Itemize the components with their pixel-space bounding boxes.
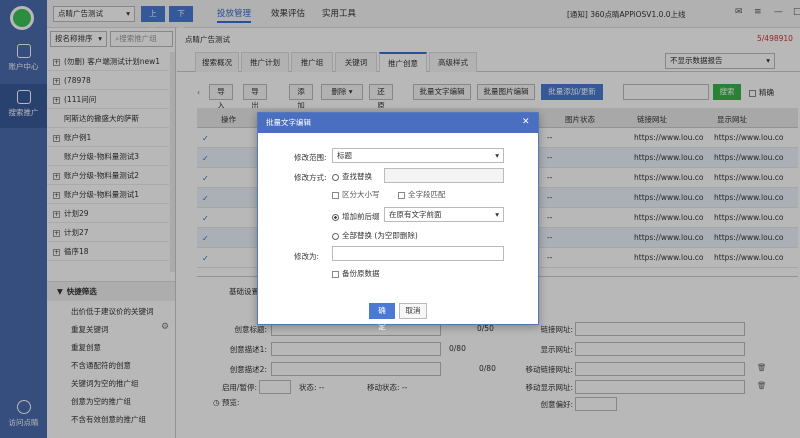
position-select[interactable]: 在原有文字前面 ▾ [384,207,504,222]
cancel-button[interactable]: 取消 [399,303,427,319]
mode-label: 修改方式: [294,173,327,182]
find-input[interactable] [384,168,504,183]
backup-checkbox[interactable]: 备份原数据 [332,268,380,279]
batch-text-dialog: 批量文字编辑 ✕ 修改范围: 标题 ▾ 修改方式: 查找替换 区分大小写 全字段匹… [257,112,539,331]
dialog-title: 批量文字编辑 [258,113,538,133]
replace-all-radio[interactable]: 全部替换 (为空即删除) [332,230,418,241]
scope-label: 修改范围: [294,153,327,162]
ok-button[interactable]: 确定 [369,303,395,331]
modify-to-input[interactable] [332,246,504,261]
dialog-close-icon[interactable]: ✕ [522,117,530,127]
full-match-checkbox[interactable]: 全字段匹配 [398,189,446,200]
case-checkbox[interactable]: 区分大小写 [332,189,380,200]
scope-select[interactable]: 标题 ▾ [332,148,504,163]
find-replace-radio[interactable]: 查找替换 [332,171,372,182]
add-prefix-radio[interactable]: 增加前后缀 [332,211,380,222]
modify-to-label: 修改为: [294,252,320,261]
